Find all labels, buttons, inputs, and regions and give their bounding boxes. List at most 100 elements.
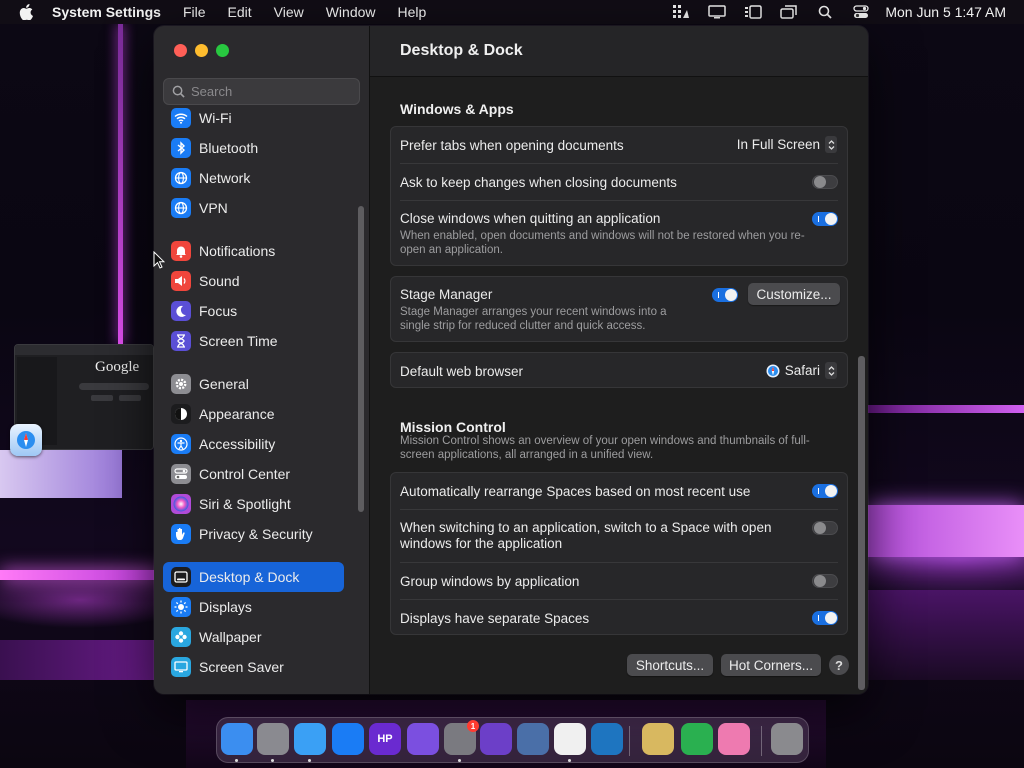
running-indicator [308, 759, 311, 762]
display-icon[interactable] [699, 5, 735, 19]
sidebar-item-control-center[interactable]: Control Center [163, 459, 344, 489]
sidebar-item-sound[interactable]: Sound [163, 266, 344, 296]
control-center-icon [171, 464, 191, 484]
search-field[interactable] [163, 78, 360, 105]
windows-apps-title: Windows & Apps [400, 101, 514, 117]
tile-app-icon[interactable] [681, 723, 713, 755]
app-store-icon[interactable] [332, 723, 364, 755]
stage-manager-icon[interactable] [735, 5, 771, 19]
siri-icon [171, 494, 191, 514]
hp-icon[interactable]: HP [369, 723, 401, 755]
trash-icon[interactable] [771, 723, 803, 755]
sidebar-item-label: Wi-Fi [199, 110, 232, 126]
hot-corners-button[interactable]: Hot Corners... [721, 654, 821, 676]
apple-menu-icon[interactable] [0, 4, 52, 20]
stepper-chevron-icon [825, 136, 837, 153]
sidebar-item-label: Focus [199, 303, 238, 319]
menu-app-name[interactable]: System Settings [52, 4, 161, 20]
status-grid-icon[interactable] [663, 4, 699, 20]
safari-icon[interactable] [294, 723, 326, 755]
sidebar-item-siri-spotlight[interactable]: Siri & Spotlight [163, 489, 344, 519]
windows-icon[interactable] [771, 5, 807, 19]
xcode-icon[interactable] [517, 723, 549, 755]
search-input[interactable] [191, 84, 351, 99]
spotlight-search-icon[interactable] [807, 5, 843, 19]
prefer-tabs-popup[interactable]: In Full Screen [737, 136, 837, 153]
speaker-icon [171, 271, 191, 291]
vscode-icon[interactable] [591, 723, 623, 755]
menu-view[interactable]: View [274, 4, 304, 20]
running-indicator [235, 759, 238, 762]
sidebar-item-privacy-security[interactable]: Privacy & Security [163, 519, 344, 549]
stage-manager-toggle[interactable] [712, 288, 738, 302]
page-title: Desktop & Dock [370, 26, 868, 77]
ask-keep-toggle[interactable] [812, 175, 838, 189]
sidebar-item-label: Siri & Spotlight [199, 496, 291, 512]
pink-app-icon[interactable] [718, 723, 750, 755]
sidebar-item-label: VPN [199, 200, 228, 216]
archive-icon[interactable] [642, 723, 674, 755]
close-window-button[interactable] [174, 44, 187, 57]
close-windows-toggle[interactable] [812, 212, 838, 226]
mission-control-description: Mission Control shows an overview of you… [400, 435, 810, 461]
safari-icon [766, 364, 780, 377]
content-scrollbar[interactable] [858, 356, 865, 690]
book-app-icon[interactable] [554, 723, 586, 755]
prefer-tabs-label: Prefer tabs when opening documents [400, 138, 624, 153]
window-controls [174, 44, 229, 57]
sidebar-item-wi-fi[interactable]: Wi-Fi [163, 108, 344, 133]
control-center-icon[interactable] [843, 5, 879, 19]
customize-button[interactable]: Customize... [748, 283, 840, 305]
appearance-icon [171, 404, 191, 424]
sidebar: Wi-Fi Bluetooth Network VPN Notifications Sou… [154, 26, 370, 694]
group-windows-toggle[interactable] [812, 574, 838, 588]
help-button[interactable]: ? [829, 655, 849, 675]
notification-badge: 1 [467, 720, 479, 732]
default-browser-popup[interactable]: Safari [766, 362, 837, 379]
sidebar-item-desktop-dock[interactable]: Desktop & Dock [163, 562, 344, 592]
content-pane: Desktop & Dock Windows & Apps Prefer tab… [370, 26, 868, 694]
finder-icon[interactable] [221, 723, 253, 755]
dock-app-label: HP [377, 733, 393, 745]
sidebar-item-general[interactable]: General [163, 369, 344, 399]
separate-spaces-toggle[interactable] [812, 611, 838, 625]
safari-icon[interactable] [10, 424, 42, 456]
menu-edit[interactable]: Edit [228, 4, 252, 20]
switch-space-toggle[interactable] [812, 521, 838, 535]
sidebar-item-notifications[interactable]: Notifications [163, 236, 344, 266]
menu-window[interactable]: Window [326, 4, 376, 20]
sidebar-item-focus[interactable]: Focus [163, 296, 344, 326]
system-settings-icon[interactable]: 1 [444, 720, 479, 755]
sidebar-item-bluetooth[interactable]: Bluetooth [163, 133, 344, 163]
sidebar-item-wallpaper[interactable]: Wallpaper [163, 622, 344, 652]
sidebar-item-accessibility[interactable]: Accessibility [163, 429, 344, 459]
menu-file[interactable]: File [183, 4, 206, 20]
sidebar-item-network[interactable]: Network [163, 163, 344, 193]
purple-app-icon[interactable] [407, 723, 439, 755]
mission-control-group: Automatically rearrange Spaces based on … [390, 472, 848, 635]
sidebar-scrollbar[interactable] [358, 206, 364, 512]
menu-clock[interactable]: Mon Jun 5 1:47 AM [885, 4, 1006, 20]
sidebar-item-appearance[interactable]: Appearance [163, 399, 344, 429]
sidebar-item-displays[interactable]: Displays [163, 592, 344, 622]
minimize-window-button[interactable] [195, 44, 208, 57]
sidebar-item-label: Accessibility [199, 436, 276, 452]
sidebar-item-screen-time[interactable]: Screen Time [163, 326, 344, 356]
sidebar-item-label: Appearance [199, 406, 275, 422]
launchpad-icon[interactable] [257, 723, 289, 755]
shortcuts-button[interactable]: Shortcuts... [627, 654, 713, 676]
sidebar-item-label: Displays [199, 599, 252, 615]
rearrange-spaces-toggle[interactable] [812, 484, 838, 498]
prefer-tabs-value: In Full Screen [736, 137, 820, 152]
stage-manager-group: Stage Manager Stage Manager arranges you… [390, 276, 848, 342]
separate-spaces-label: Displays have separate Spaces [400, 611, 590, 626]
sidebar-item-vpn[interactable]: VPN [163, 193, 344, 223]
stepper-chevron-icon [825, 362, 837, 379]
sidebar-item-label: Control Center [199, 466, 291, 482]
sidebar-item-label: Sound [199, 273, 240, 289]
visual-studio-icon[interactable] [480, 723, 512, 755]
menu-help[interactable]: Help [398, 4, 427, 20]
sidebar-item-screen-saver[interactable]: Screen Saver [163, 652, 344, 682]
zoom-window-button[interactable] [216, 44, 229, 57]
dock-separator [629, 726, 630, 756]
